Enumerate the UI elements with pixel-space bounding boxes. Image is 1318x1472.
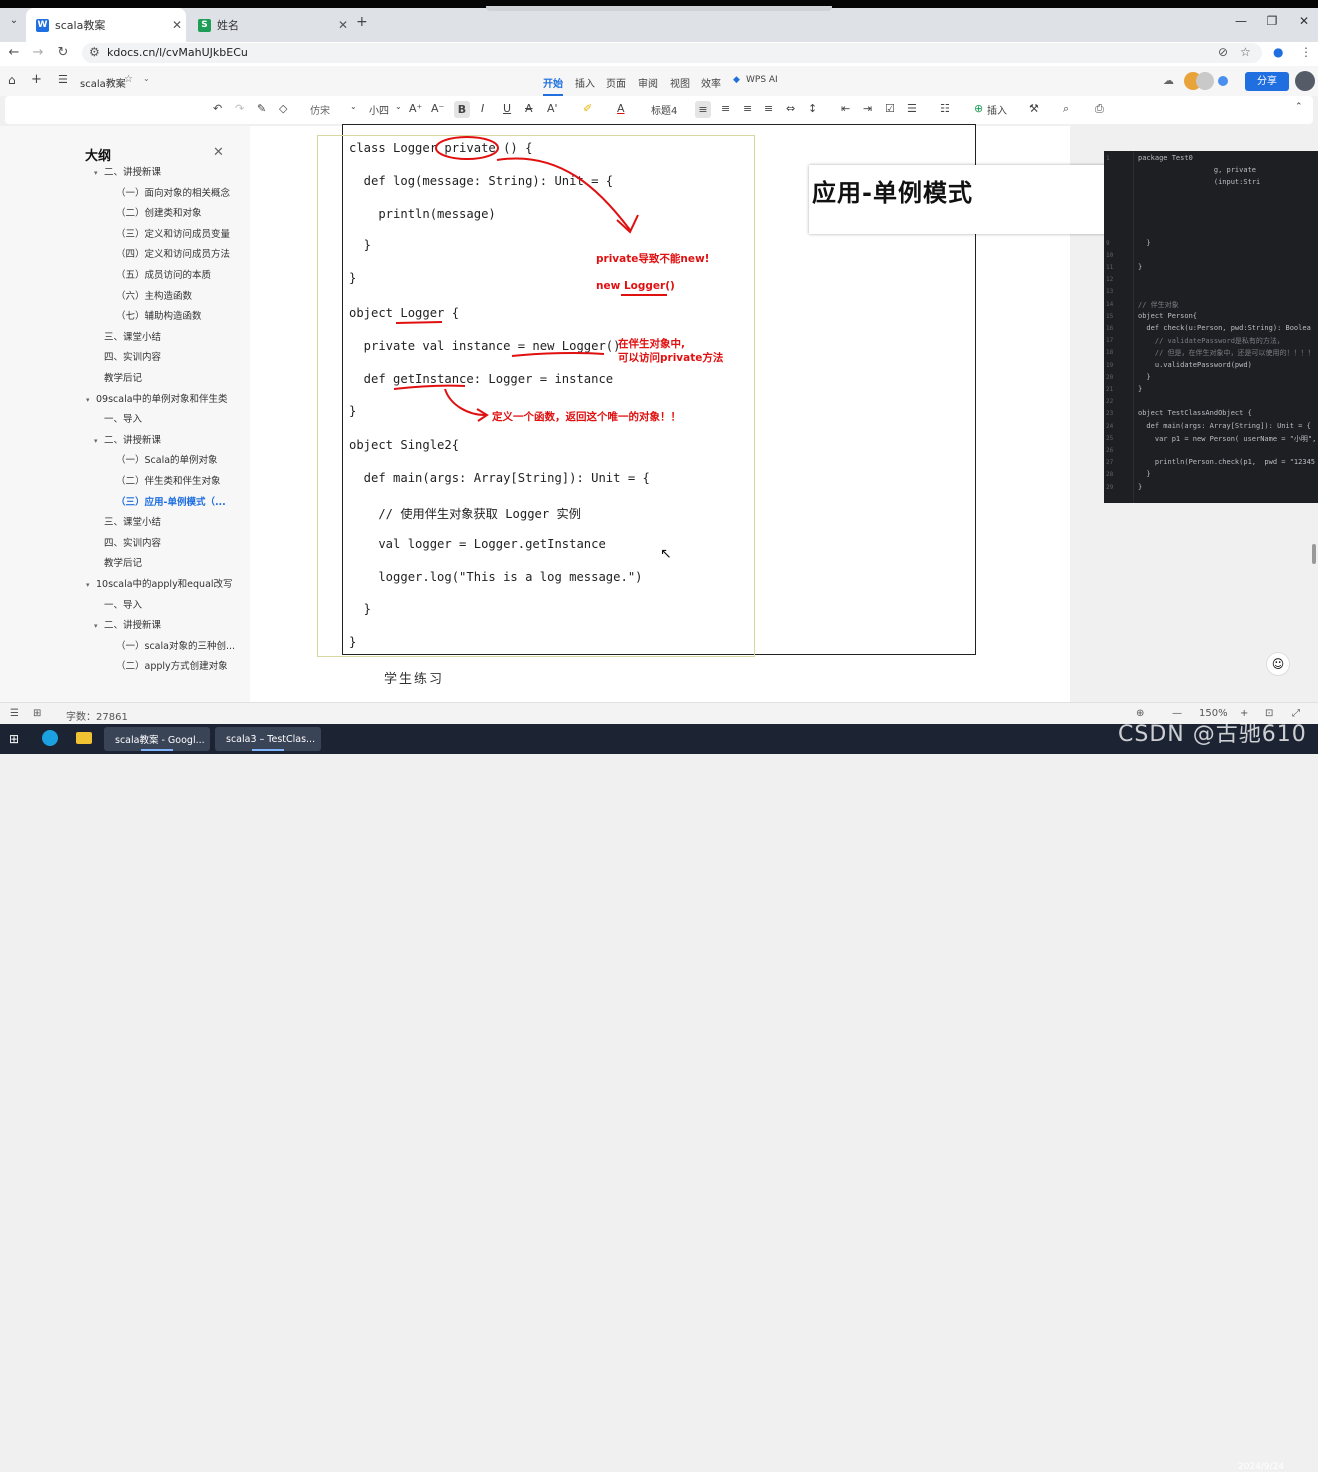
ide-screenshot: 1 package Test0 g, private (input:Stri 9 }… (1104, 151, 1318, 503)
ide-code-line: (input:Stri (1138, 178, 1261, 187)
ide-code-line: def check(u:Person, pwd:String): Boolea (1138, 324, 1311, 332)
line-number: 16 (1106, 325, 1114, 332)
annotation-companion-1: 在伴生对象中, (618, 338, 685, 350)
ide-code-line: } (1138, 482, 1143, 491)
line-number: 12 (1106, 276, 1114, 284)
line-number: 9 (1106, 239, 1110, 247)
line-number: 27 (1106, 459, 1114, 467)
slide-title: 应用-单例模式 (812, 179, 973, 207)
underline-logger (395, 321, 443, 324)
annotation-new-logger: new Logger() (596, 280, 675, 292)
line-number: 1 (1106, 155, 1110, 162)
line-number: 15 (1106, 312, 1114, 320)
ide-code-line: def main(args: Array[String]): Unit = { (1138, 421, 1311, 430)
line-number: 13 (1106, 288, 1114, 296)
line-number: 20 (1106, 373, 1114, 381)
ide-code-line: g, private (1138, 166, 1257, 175)
ide-code-line: u.validatePassword(pwd) (1138, 360, 1252, 369)
ide-code-line: // 但是，在伴生对象中，还是可以使用的！！！！ (1138, 349, 1315, 358)
line-number: 22 (1106, 398, 1114, 406)
ide-code-line: println(Person.check(p1, pwd = "12345 (1138, 458, 1316, 467)
system-date: 2024/9/24 (1238, 1462, 1285, 1472)
line-number: 28 (1106, 471, 1114, 479)
outline-toggle-icon[interactable]: ☰ (10, 708, 19, 719)
windows-start-icon[interactable]: ⊞ (9, 732, 19, 746)
line-number: 21 (1106, 386, 1114, 393)
mouse-cursor-icon: ↖ (660, 546, 672, 562)
assistant-robot-icon[interactable]: ☺ (1266, 652, 1290, 676)
taskbar-chrome[interactable]: scala教案 - Googl... (104, 727, 210, 751)
ide-code-line: } (1138, 238, 1151, 247)
underline-new-logger (511, 351, 605, 357)
circle-private (435, 136, 499, 160)
annotation-companion-2: 可以访问private方法 (618, 352, 724, 364)
ide-code-line: object TestClassAndObject { (1138, 409, 1252, 418)
line-number: 23 (1106, 410, 1114, 418)
ide-code-line: } (1138, 385, 1143, 393)
line-number: 24 (1106, 422, 1114, 430)
line-number: 26 (1106, 447, 1114, 454)
line-number: 10 (1106, 251, 1114, 259)
ide-code-line: } (1138, 372, 1151, 381)
taskbar-label: scala教案 - Googl... (115, 735, 205, 746)
ide-code-line: package Test0 (1138, 154, 1193, 162)
nav-pane-icon[interactable]: ⊞ (33, 708, 41, 719)
line-number: 17 (1106, 337, 1114, 345)
ide-code-line: // 伴生对象 (1138, 300, 1179, 309)
line-number: 14 (1106, 300, 1114, 308)
annotation-private: private导致不能new! (596, 253, 710, 265)
file-explorer-icon[interactable] (76, 732, 92, 744)
line-number: 19 (1106, 361, 1114, 369)
arrow-private (496, 157, 631, 231)
line-number: 25 (1106, 434, 1114, 442)
underline-getinstance (393, 384, 466, 390)
csdn-watermark: CSDN @古驰610 (1118, 722, 1307, 747)
scrollbar-thumb[interactable] (1312, 544, 1316, 564)
ide-code-line: object Person{ (1138, 311, 1198, 320)
annotation-getinstance: 定义一个函数，返回这个唯一的对象！！ (492, 411, 681, 423)
ide-code-line: } (1138, 263, 1143, 271)
ide-code-line: // validatePassword是私有的方法， (1138, 337, 1284, 346)
underline-annotation (621, 294, 667, 296)
line-number: 11 (1106, 264, 1114, 271)
line-number: 29 (1106, 483, 1114, 491)
edge-icon[interactable] (42, 730, 58, 746)
practice-heading: 学生练习 (384, 672, 445, 687)
word-count: 字数：27861 (66, 712, 128, 723)
line-number: 18 (1106, 349, 1114, 357)
taskbar-label: scala3 – TestClas... (226, 733, 316, 745)
ide-code-line: } (1138, 470, 1151, 479)
taskbar-intellij[interactable]: scala3 – TestClas... (215, 727, 321, 751)
ide-code-line: var p1 = new Person( userName = "小明", (1138, 434, 1317, 443)
